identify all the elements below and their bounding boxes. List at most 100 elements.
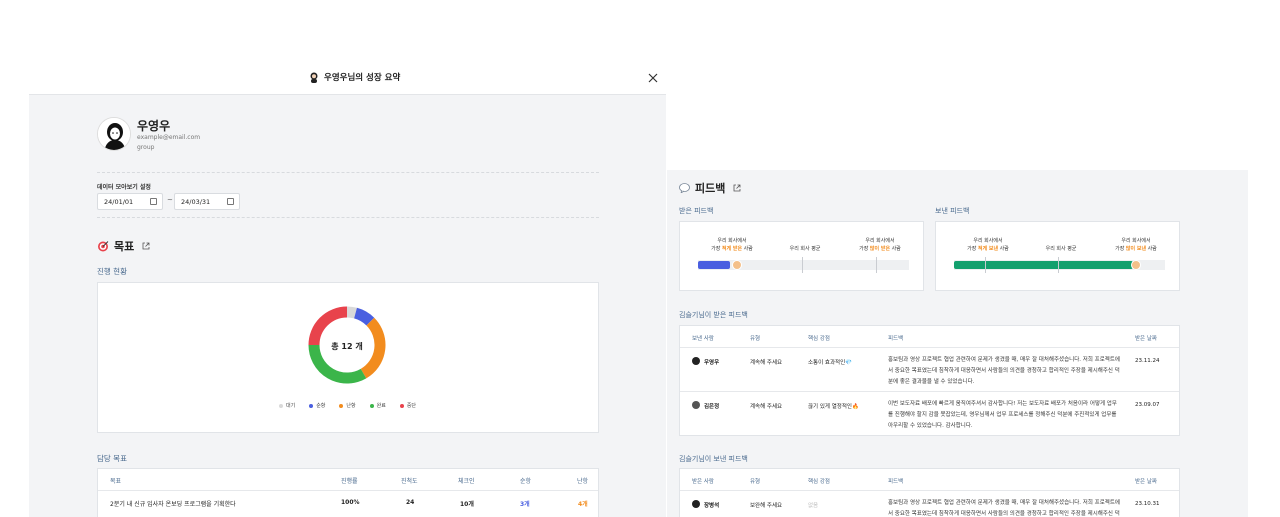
label-text: 가장 bbox=[859, 246, 870, 252]
label-text: 사람 bbox=[1146, 246, 1157, 252]
least-label: 우리 회사에서 가장 적게 받은 사람 bbox=[702, 237, 762, 253]
goal-title: 목표 bbox=[114, 240, 135, 253]
donut-slice-순항 bbox=[353, 307, 375, 326]
col-sender: 보낸 사람 bbox=[692, 336, 714, 342]
divider bbox=[97, 217, 599, 218]
assigned-goals-label: 담당 목표 bbox=[97, 454, 127, 463]
least-label-line2: 가장 적게 받은 사람 bbox=[702, 245, 762, 253]
most-label-line1: 우리 회사에서 bbox=[1121, 238, 1151, 244]
col-strength: 핵심 강점 bbox=[808, 336, 830, 342]
legend-dot bbox=[309, 403, 314, 408]
average-marker bbox=[802, 257, 803, 273]
row-type: 보완해 주세요 bbox=[750, 503, 783, 509]
user-face-icon bbox=[1131, 260, 1141, 270]
legend-item: 완료 bbox=[369, 402, 386, 409]
close-icon[interactable] bbox=[646, 71, 660, 85]
row-date: 23.11.24 bbox=[1135, 358, 1160, 364]
progress-status-label: 진행 현황 bbox=[97, 267, 127, 276]
target-icon bbox=[98, 241, 109, 252]
start-date-field[interactable]: 24/01/01 bbox=[97, 193, 163, 210]
table-row[interactable]: 우영우 계속해 주세요 소통이 효과적인💎 홍보팀과 영상 프로젝트 협업 관련… bbox=[680, 349, 1179, 392]
legend-dot bbox=[399, 403, 404, 408]
least-label-line1: 우리 회사에서 bbox=[973, 238, 1003, 244]
goal-name[interactable]: 2분기 내 신규 입사자 온보딩 프로그램을 기획한다 bbox=[110, 499, 236, 508]
table-header-row: 목표 진행률 진척도 체크인 순항 난항 bbox=[98, 469, 598, 491]
donut-slice-대기 bbox=[346, 306, 357, 319]
least-label-line2: 가장 적게 보낸 사람 bbox=[958, 245, 1018, 253]
growth-summary-modal: 우영우님의 성장 요약 우영우 example@email.com group … bbox=[29, 62, 666, 517]
label-highlight: 적게 받은 bbox=[721, 246, 743, 252]
date-range-label: 데이터 모아보기 설정 bbox=[97, 184, 151, 191]
table-row[interactable]: 2분기 내 신규 입사자 온보딩 프로그램을 기획한다 100% 24 10개 … bbox=[98, 492, 598, 514]
chart-legend: 대기 순항 난항 완료 중단 bbox=[279, 402, 416, 409]
table-row[interactable]: 장병석 보완해 주세요 없음 홍보팀과 영상 프로젝트 협업 관련하여 문제가 … bbox=[680, 492, 1179, 517]
label-highlight: 적게 보낸 bbox=[977, 246, 999, 252]
calendar-icon[interactable] bbox=[227, 198, 234, 205]
label-text: 사람 bbox=[890, 246, 901, 252]
donut-total: 총 12 개 bbox=[331, 342, 363, 351]
calendar-icon[interactable] bbox=[150, 198, 157, 205]
received-feedback-card: 우리 회사에서 가장 적게 받은 사람 우리 회사 평균 우리 회사에서 가장 … bbox=[679, 221, 924, 291]
progress-chart-card: 총 12 개 대기 순항 난항 완료 중단 bbox=[97, 282, 599, 433]
average-label: 우리 회사 평균 bbox=[789, 246, 821, 252]
row-feedback-line3: 분에 좋은 결과물을 낼 수 있었습니다. bbox=[888, 379, 975, 385]
legend-dot bbox=[279, 403, 283, 408]
col-feedback: 피드백 bbox=[888, 479, 904, 485]
col-progress: 진척도 bbox=[401, 478, 418, 485]
legend-dot bbox=[339, 403, 344, 408]
profile-avatar bbox=[97, 117, 131, 151]
start-date-value: 24/01/01 bbox=[104, 198, 134, 206]
received-table-label: 김슬기님이 받은 피드백 bbox=[679, 311, 748, 319]
profile-email: example@email.com bbox=[137, 134, 201, 141]
received-bar-fill bbox=[698, 261, 730, 269]
row-type: 계속해 주세요 bbox=[750, 404, 783, 410]
row-type: 계속해 주세요 bbox=[750, 360, 783, 366]
table-row[interactable]: 김은정 계속해 주세요 끊기 있게 열정적인🔥 이번 보도자료 배포에 빠르게 … bbox=[680, 393, 1179, 436]
row-feedback-line1: 홍보팀과 영상 프로젝트 협업 관련하여 문제가 생겼을 때, 매우 잘 대처해… bbox=[888, 357, 1120, 363]
legend-dot bbox=[369, 403, 374, 408]
col-goal: 목표 bbox=[110, 478, 122, 485]
label-highlight: 많이 보낸 bbox=[1125, 246, 1147, 252]
most-label-line2: 가장 많이 보낸 사람 bbox=[1106, 245, 1166, 253]
end-date-field[interactable]: 24/03/31 bbox=[174, 193, 240, 210]
least-label-line1: 우리 회사에서 bbox=[717, 238, 747, 244]
goal-rough: 4개 bbox=[578, 501, 588, 508]
most-label: 우리 회사에서 가장 많이 보낸 사람 bbox=[1106, 237, 1166, 253]
average-marker bbox=[1058, 257, 1059, 273]
profile-name: 우영우 bbox=[137, 119, 171, 133]
col-checkin: 체크인 bbox=[458, 478, 475, 485]
row-feedback-line2: 서 중요한 목표였는데 침착하게 대응하면서 사람들의 의견을 경청하고 합리적… bbox=[888, 511, 1120, 517]
external-link-icon[interactable] bbox=[142, 242, 150, 250]
received-feedback-table: 보낸 사람 유형 핵심 강점 피드백 받은 날짜 우영우 계속해 주세요 소통이… bbox=[679, 325, 1180, 436]
most-label-line2: 가장 많이 받은 사람 bbox=[850, 245, 910, 253]
end-date-value: 24/03/31 bbox=[181, 198, 211, 206]
sent-bar-fill bbox=[954, 261, 1133, 269]
goal-progress: 24 bbox=[406, 499, 415, 506]
row-feedback-line2: 를 진행해야 할지 감을 못잡았는데, 영우님께서 업무 프로세스를 정해주신 … bbox=[888, 412, 1117, 418]
legend-item: 난항 bbox=[339, 402, 356, 409]
legend-item: 순항 bbox=[309, 402, 325, 409]
label-highlight: 많이 받은 bbox=[869, 246, 891, 252]
most-label: 우리 회사에서 가장 많이 받은 사람 bbox=[850, 237, 910, 253]
row-date: 23.09.07 bbox=[1135, 402, 1160, 408]
col-type: 유형 bbox=[750, 336, 761, 342]
legend-label: 난항 bbox=[346, 403, 356, 409]
sent-feedback-table: 받은 사람 유형 핵심 강점 피드백 받은 날짜 장병석 보완해 주세요 없음 … bbox=[679, 468, 1180, 517]
sent-table-label: 김슬기님이 보낸 피드백 bbox=[679, 455, 748, 463]
col-date: 받은 날짜 bbox=[1135, 479, 1157, 485]
modal-title-wrap: 우영우님의 성장 요약 bbox=[309, 71, 400, 83]
table-header-row: 받은 사람 유형 핵심 강점 피드백 받은 날짜 bbox=[680, 469, 1179, 491]
col-strength: 핵심 강점 bbox=[808, 479, 830, 485]
row-date: 23.10.31 bbox=[1135, 501, 1160, 507]
row-feedback-line1: 이번 보도자료 배포에 빠르게 움직여주셔서 감사합니다! 저는 보도자료 배포… bbox=[888, 401, 1117, 407]
external-link-icon[interactable] bbox=[733, 184, 741, 192]
row-person: 우영우 bbox=[704, 360, 720, 366]
col-smooth: 순항 bbox=[520, 478, 532, 485]
legend-label: 순항 bbox=[316, 403, 326, 409]
received-bar-track bbox=[698, 260, 909, 270]
sent-feedback-card: 우리 회사에서 가장 적게 보낸 사람 우리 회사 평균 우리 회사에서 가장 … bbox=[935, 221, 1180, 291]
col-receiver: 받은 사람 bbox=[692, 479, 714, 485]
feedback-heading: 피드백 bbox=[679, 180, 741, 196]
profile-group: group bbox=[137, 144, 155, 151]
row-person: 장병석 bbox=[704, 503, 720, 509]
